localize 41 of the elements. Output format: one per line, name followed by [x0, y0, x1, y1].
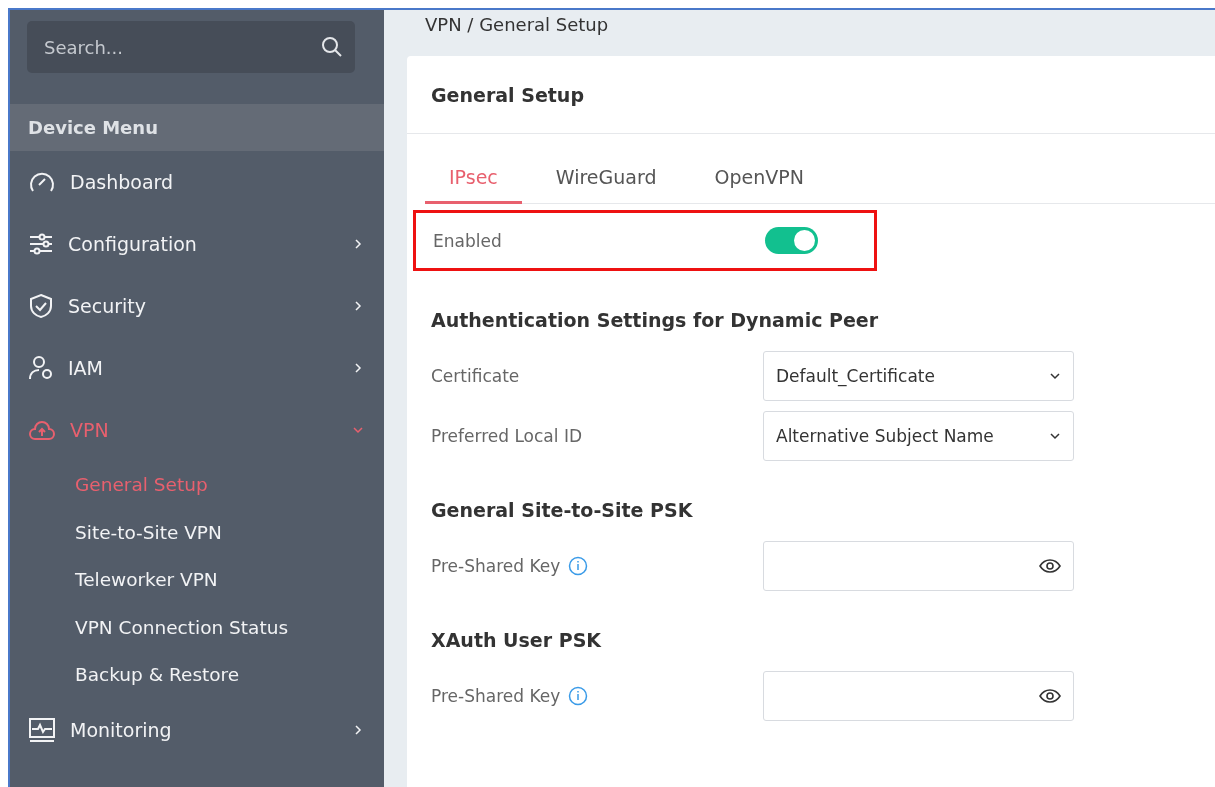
submenu-item[interactable]: Site-to-Site VPN [10, 508, 384, 556]
eye-icon[interactable] [1039, 689, 1061, 703]
field-label: Enabled [433, 230, 502, 251]
eye-icon[interactable] [1039, 559, 1061, 573]
select-field[interactable]: Alternative Subject Name [763, 411, 1074, 461]
tab[interactable]: IPsec [425, 152, 522, 204]
tab[interactable]: WireGuard [531, 152, 681, 204]
chevron-down-icon [1049, 430, 1061, 442]
field-label: Preferred Local ID [431, 426, 582, 446]
password-field[interactable] [763, 671, 1074, 721]
submenu-item[interactable]: Teleworker VPN [10, 556, 384, 604]
info-icon[interactable] [568, 556, 589, 576]
submenu-item[interactable]: VPN Connection Status [10, 603, 384, 651]
password-field[interactable] [763, 541, 1074, 591]
search-field[interactable]: Search... [27, 21, 355, 73]
enabled-toggle[interactable] [765, 227, 818, 254]
menu-item[interactable]: Dashboard [10, 151, 384, 213]
menu-heading: Device Menu [10, 104, 384, 151]
section-title: XAuth User PSK [431, 629, 603, 651]
cloud-upload-icon [28, 418, 56, 442]
sliders-icon [28, 232, 54, 256]
gauge-icon [28, 170, 56, 194]
field-label: Pre-Shared Key [431, 556, 561, 576]
section-title: Authentication Settings for Dynamic Peer [431, 309, 880, 331]
field-label: Certificate [431, 366, 520, 386]
search-icon[interactable] [321, 36, 343, 58]
menu-item[interactable]: IAM [10, 337, 384, 399]
field-label: Pre-Shared Key [431, 686, 561, 706]
select-field[interactable]: Default_Certificate [763, 351, 1074, 401]
card-title: General Setup [407, 56, 1215, 134]
section-title: General Site-to-Site PSK [431, 499, 694, 521]
submenu-item[interactable]: Backup & Restore [10, 651, 384, 699]
tab[interactable]: OpenVPN [690, 152, 828, 204]
chevron-down-icon [1049, 370, 1061, 382]
menu-item[interactable]: Security [10, 275, 384, 337]
breadcrumb: VPN / General Setup [424, 13, 610, 37]
menu-item[interactable]: Monitoring [10, 698, 384, 761]
menu-item[interactable]: Configuration [10, 213, 384, 275]
monitor-icon [28, 716, 56, 743]
shield-check-icon [28, 293, 54, 319]
info-icon[interactable] [568, 686, 589, 706]
